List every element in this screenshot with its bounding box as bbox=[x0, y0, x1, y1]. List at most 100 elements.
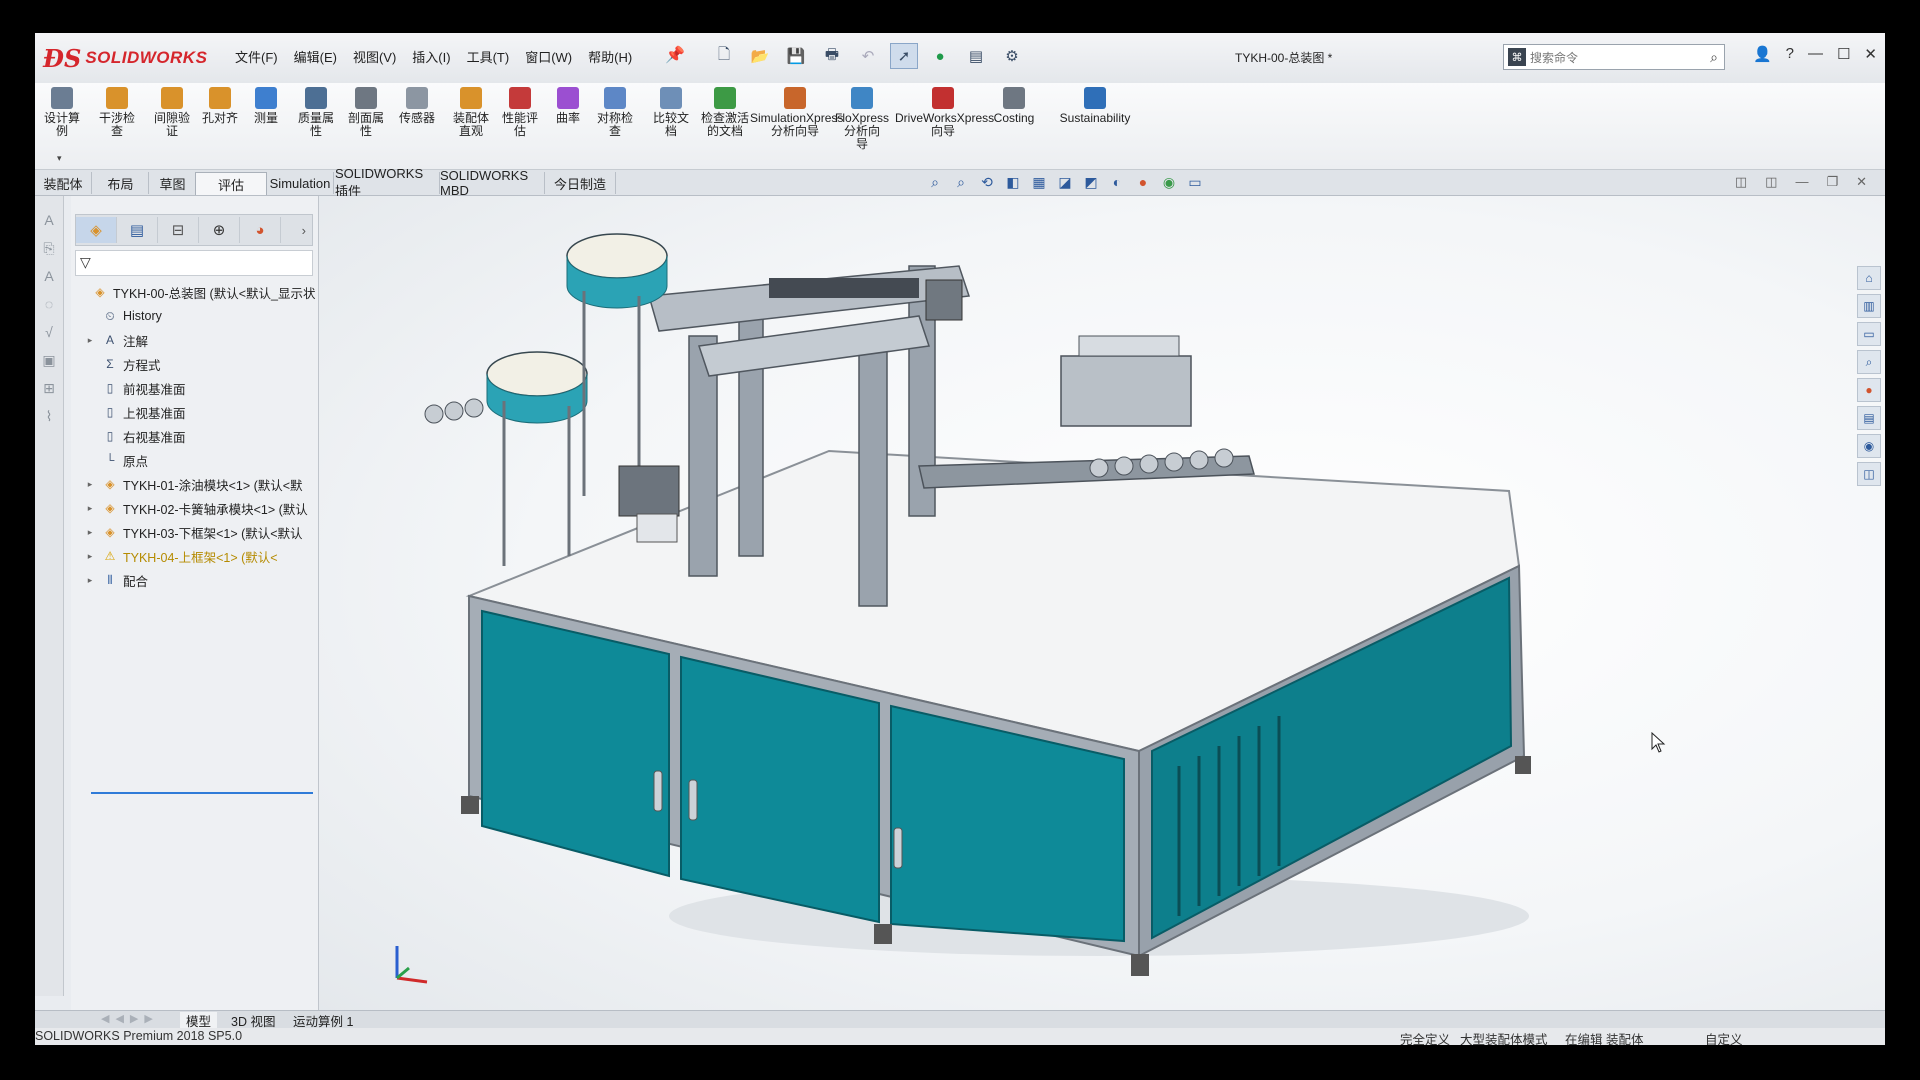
tool-mass-properties[interactable]: 质量属 性 bbox=[290, 87, 342, 138]
note-icon[interactable]: ⎘ bbox=[40, 240, 58, 258]
expand-arrow-icon[interactable]: ▸ bbox=[83, 479, 97, 490]
pin-menu-icon[interactable]: 📌 bbox=[665, 45, 685, 65]
weld-icon[interactable]: ⌇ bbox=[40, 408, 58, 426]
tab-3d-view[interactable]: 3D 视图 bbox=[225, 1012, 281, 1029]
configurationmanager-tab-icon[interactable]: ⊟ bbox=[158, 217, 199, 243]
zoom-to-fit-icon[interactable]: ⌕ bbox=[925, 173, 945, 191]
display-style-icon[interactable]: ◩ bbox=[1081, 173, 1101, 191]
help-icon[interactable]: ? bbox=[1786, 45, 1794, 63]
user-icon[interactable]: 👤 bbox=[1753, 45, 1772, 63]
open-icon[interactable]: 📂 bbox=[746, 43, 774, 69]
view-orientation-icon[interactable]: ◪ bbox=[1055, 173, 1075, 191]
tab-4[interactable]: Simulation bbox=[267, 172, 334, 194]
tool-interference[interactable]: 干涉检 查 bbox=[90, 87, 144, 138]
file-explorer-icon[interactable]: ▭ bbox=[1857, 322, 1881, 346]
tab-6[interactable]: SOLIDWORKS MBD bbox=[440, 168, 545, 198]
maximize-icon[interactable]: ☐ bbox=[1837, 45, 1850, 63]
tool-compare-documents[interactable]: 比较文 档 bbox=[645, 87, 697, 138]
viewport-next-icon[interactable]: ◫ bbox=[1765, 174, 1777, 190]
menu-help[interactable]: 帮助(H) bbox=[588, 47, 632, 66]
graphics-area[interactable]: ⌂ ▥ ▭ ⌕ ● ▤ ◉ ◫ bbox=[319, 196, 1885, 1044]
solidworks-forum-icon[interactable]: ◉ bbox=[1857, 434, 1881, 458]
search-results-icon[interactable]: ⌕ bbox=[1857, 350, 1881, 374]
tool-clearance[interactable]: 间隙验 证 bbox=[145, 87, 199, 138]
balloon-icon[interactable]: ◌ bbox=[40, 296, 58, 314]
tab-1[interactable]: 布局 bbox=[93, 172, 149, 194]
more-tabs-chevron-icon[interactable]: › bbox=[302, 223, 306, 238]
minimize-icon[interactable]: — bbox=[1808, 45, 1823, 63]
tree-item[interactable]: ▸ ⚠ TYKH-04-上框架<1> (默认< bbox=[71, 544, 318, 568]
tree-item[interactable]: └ 原点 bbox=[71, 448, 318, 472]
tool-measure[interactable]: 测量 bbox=[242, 87, 290, 125]
options-gear-icon[interactable]: ⚙ bbox=[998, 43, 1026, 69]
menu-file[interactable]: 文件(F) bbox=[235, 47, 278, 66]
tool-check-active-document[interactable]: 检查激活 的文档 bbox=[697, 87, 753, 138]
save-icon[interactable]: 💾 bbox=[782, 43, 810, 69]
smart-dimension-icon[interactable]: A bbox=[40, 212, 58, 230]
reference-triad[interactable] bbox=[387, 938, 437, 988]
custom-properties-icon[interactable]: ▤ bbox=[1857, 406, 1881, 430]
select-icon[interactable]: ➚ bbox=[890, 43, 918, 69]
tool-simulationxpress[interactable]: SimulationXpress 分析向导 bbox=[750, 87, 843, 138]
tool-hole-alignment[interactable]: 孔对齐 bbox=[195, 87, 245, 125]
search-icon[interactable]: ⌕ bbox=[1710, 49, 1718, 66]
expand-arrow-icon[interactable]: ▸ bbox=[83, 335, 97, 346]
appearances-icon[interactable]: ● bbox=[1857, 378, 1881, 402]
search-commands[interactable]: ⌘ 搜索命令 ⌕ bbox=[1503, 44, 1725, 70]
file-properties-icon[interactable]: ▤ bbox=[962, 43, 990, 69]
tool-costing[interactable]: Costing bbox=[985, 87, 1043, 125]
edit-appearance-icon[interactable]: ● bbox=[1133, 173, 1153, 191]
view-settings-icon[interactable]: ▭ bbox=[1185, 173, 1205, 191]
tool-section-properties[interactable]: 剖面属 性 bbox=[340, 87, 392, 138]
menu-edit[interactable]: 编辑(E) bbox=[294, 47, 337, 66]
dimxpertmanager-tab-icon[interactable]: ⊕ bbox=[199, 217, 240, 243]
solidworks-resources-icon[interactable]: ⌂ bbox=[1857, 266, 1881, 290]
undo-icon[interactable]: ↶ bbox=[854, 43, 882, 69]
dynamic-annotation-icon[interactable]: ▦ bbox=[1029, 173, 1049, 191]
tab-0[interactable]: 装配体 bbox=[35, 172, 92, 194]
hide-show-items-icon[interactable]: ◐ bbox=[1107, 173, 1127, 191]
tab-navigation-icon[interactable]: ◀◀▶▶ bbox=[101, 1012, 159, 1025]
annotation-icon[interactable]: A bbox=[40, 268, 58, 286]
propertymanager-tab-icon[interactable]: ▤ bbox=[117, 217, 158, 243]
menu-tools[interactable]: 工具(T) bbox=[467, 47, 510, 66]
search-scope-icon[interactable]: ⌘ bbox=[1508, 48, 1526, 66]
tree-item[interactable]: ▸ ◈ TYKH-01-涂油模块<1> (默认<默 bbox=[71, 472, 318, 496]
displaymanager-tab-icon[interactable]: ◕ bbox=[240, 217, 281, 243]
menu-view[interactable]: 视图(V) bbox=[353, 47, 396, 66]
tab-model[interactable]: 模型 bbox=[180, 1012, 218, 1029]
tab-7[interactable]: 今日制造 bbox=[545, 172, 616, 194]
expand-arrow-icon[interactable]: ▸ bbox=[83, 503, 97, 514]
tool-design-study[interactable]: 设计算 例 bbox=[35, 87, 89, 138]
tree-item[interactable]: ▸ A 注解 bbox=[71, 328, 318, 352]
featuremanager-tab-icon[interactable]: ◈ bbox=[76, 217, 117, 243]
design-library-icon[interactable]: ▥ bbox=[1857, 294, 1881, 318]
viewport-restore-icon[interactable]: ❐ bbox=[1826, 174, 1838, 190]
expand-arrow-icon[interactable]: ▸ bbox=[83, 551, 97, 562]
tree-item[interactable]: ▯ 前视基准面 bbox=[71, 376, 318, 400]
viewport-minimize-icon[interactable]: — bbox=[1795, 174, 1808, 190]
new-document-icon[interactable]: 🗋 bbox=[710, 43, 738, 69]
tree-item[interactable]: ▯ 上视基准面 bbox=[71, 400, 318, 424]
tolerance-icon[interactable]: ⊞ bbox=[40, 380, 58, 398]
previous-view-icon[interactable]: ⟲ bbox=[977, 173, 997, 191]
rollback-bar[interactable] bbox=[91, 792, 313, 794]
search-input[interactable]: 搜索命令 bbox=[1530, 49, 1578, 66]
tool-performance-evaluation[interactable]: 性能评 估 bbox=[495, 87, 545, 138]
tool-symmetry-check[interactable]: 对称检 查 bbox=[590, 87, 640, 138]
tree-item[interactable]: Σ 方程式 bbox=[71, 352, 318, 376]
tab-3[interactable]: 评估 bbox=[195, 172, 267, 195]
section-view-icon[interactable]: ◧ bbox=[1003, 173, 1023, 191]
tree-item[interactable]: ▸ ◈ TYKH-03-下框架<1> (默认<默认 bbox=[71, 520, 318, 544]
tool-dropdown-chevron-icon[interactable]: ▾ bbox=[57, 153, 62, 164]
tool-driveworksxpress[interactable]: DriveWorksXpress 向导 bbox=[895, 87, 994, 138]
tool-sustainability[interactable]: Sustainability bbox=[1055, 87, 1135, 125]
large-assembly-mode[interactable]: 大型装配体模式 bbox=[1460, 1029, 1548, 1045]
expand-arrow-icon[interactable]: ▸ bbox=[83, 575, 97, 586]
tree-item[interactable]: ▸ ⦀ 配合 bbox=[71, 568, 318, 592]
apply-scene-icon[interactable]: ◉ bbox=[1159, 173, 1179, 191]
units-selector[interactable]: 自定义 bbox=[1705, 1029, 1743, 1045]
tab-motion-study[interactable]: 运动算例 1 bbox=[287, 1012, 359, 1029]
tool-sensor[interactable]: 传感器 bbox=[390, 87, 444, 125]
menu-insert[interactable]: 插入(I) bbox=[412, 47, 450, 66]
